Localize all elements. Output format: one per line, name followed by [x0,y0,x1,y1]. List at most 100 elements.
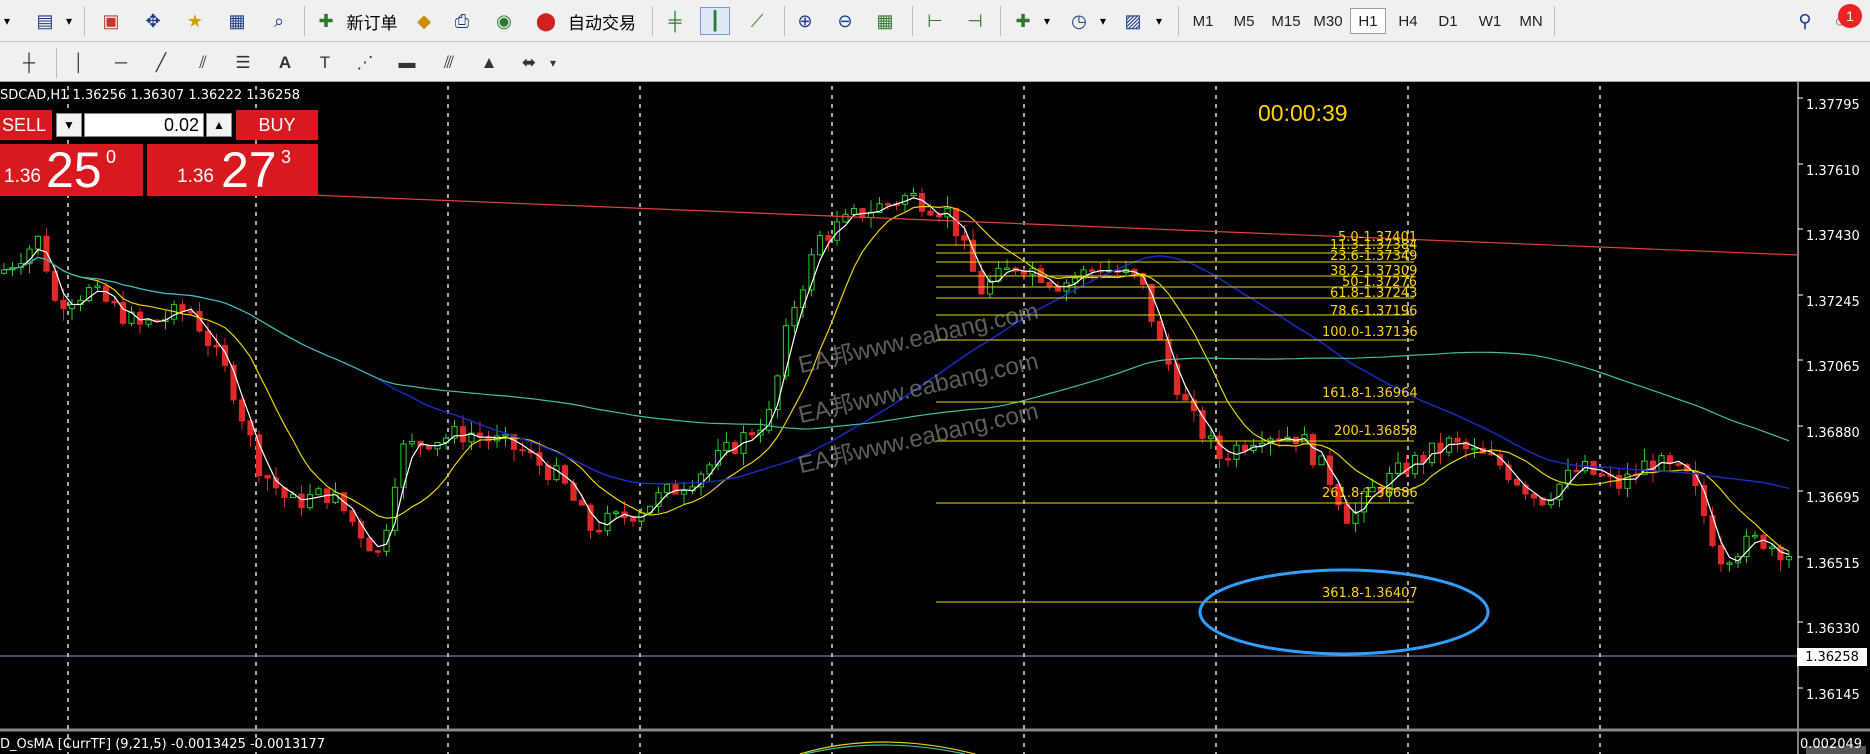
rectangle-icon[interactable]: ▬ [392,50,422,76]
zoom-in-icon[interactable]: ⊕ [790,7,820,35]
timeframe-m1[interactable]: M1 [1186,8,1220,34]
templates-icon[interactable]: ▨ [1118,7,1148,35]
timeframe-m5[interactable]: M5 [1226,8,1262,34]
candle-body [1233,444,1240,460]
indicators-icon[interactable]: ✚ [1008,7,1038,35]
auto-trading-icon[interactable]: ⬤ [532,7,560,35]
trend-line [309,194,1799,256]
terminal-icon[interactable]: ⎙ [448,7,476,35]
one-click-trade-panel: SELL ▼ ▲ BUY 1.36 25 0 1.36 27 3 [0,110,318,196]
line-chart-icon[interactable]: ⟋ [742,7,772,35]
candle-body [1590,460,1597,475]
periods-dropdown-icon[interactable]: ▾ [1096,7,1110,35]
candle-body [255,434,263,477]
new-order-icon[interactable]: ✚ [312,7,340,35]
new-order-button[interactable]: 新订单 [342,7,402,35]
profiles-dropdown-icon[interactable]: ▾ [62,7,76,35]
timeframe-d1[interactable]: D1 [1430,8,1466,34]
triangle-icon[interactable]: ▲ [474,50,504,76]
buy-button[interactable]: BUY [236,110,318,140]
periods-icon[interactable]: ◷ [1064,7,1094,35]
candle-body [519,448,526,452]
candle-body [986,280,994,295]
gann-fan-icon[interactable]: ⋰ [350,50,380,76]
fibonacci-icon[interactable]: ☰ [228,50,258,76]
timeframe-h4[interactable]: H4 [1390,8,1426,34]
text-icon[interactable]: A [270,50,300,76]
price-axis-label: 1.36145 [1806,688,1860,703]
candle-body [60,299,67,310]
buy-price-display[interactable]: 1.36 27 3 [147,144,318,196]
candle-body [791,307,798,327]
candle-body [918,192,926,212]
text-label-icon[interactable]: T [310,50,340,76]
candle-body [1088,269,1096,272]
equidistant-channel-icon[interactable]: ⫽ [188,50,218,76]
dropdown-arrow-icon[interactable]: ▾ [0,7,14,35]
candle-body [459,426,467,443]
fib-label: 100.0-1.37136 [1322,325,1418,340]
candle-body [927,210,934,216]
chart-shift-icon[interactable]: ⊢ [920,7,950,35]
crosshair-tool-icon[interactable]: ┼ [14,50,44,76]
candle-body [825,235,832,241]
search-icon[interactable]: ⚲ [1790,7,1820,35]
candle-body [816,235,824,256]
price-axis-label: 1.36880 [1806,426,1860,441]
sell-button[interactable]: SELL [0,110,52,140]
candle-body [944,207,951,218]
auto-trading-button[interactable]: 自动交易 [562,7,642,35]
buy-price-prefix: 1.36 [177,166,214,187]
candle-body [0,269,8,274]
timeframe-w1[interactable]: W1 [1472,8,1508,34]
lot-size-input[interactable] [84,113,204,137]
arrows-dropdown-icon[interactable]: ▾ [546,50,560,76]
timeframe-m30[interactable]: M30 [1308,8,1348,34]
tester-icon[interactable]: ⌕ [264,7,294,35]
timeframe-mn[interactable]: MN [1512,8,1550,34]
timeframe-h1[interactable]: H1 [1350,8,1386,34]
timeframe-m15[interactable]: M15 [1266,8,1306,34]
candle-body [595,529,603,533]
favorites-icon[interactable]: ★ [180,7,210,35]
profiles-icon[interactable]: ▤ [30,7,60,35]
navigator-icon[interactable]: ▦ [222,7,252,35]
trendline-icon[interactable]: ╱ [146,50,176,76]
candle-body [604,512,611,532]
crosshair-icon[interactable]: ✥ [138,7,168,35]
candle-body [68,303,76,310]
notification-badge[interactable]: 1 [1838,4,1862,28]
bar-chart-icon[interactable]: ╪ [660,7,690,35]
vertical-line-icon[interactable]: │ [64,50,94,76]
signals-icon[interactable]: ◉ [490,7,518,35]
market-watch-icon[interactable]: ▣ [96,7,126,35]
indicators-dropdown-icon[interactable]: ▾ [1040,7,1054,35]
moving-averages [3,194,1866,754]
candle-body [1777,546,1784,561]
tile-windows-icon[interactable]: ▦ [870,7,900,35]
arrows-icon[interactable]: ⬌ [514,50,544,76]
candle-body [315,488,322,496]
candle-body [238,399,246,422]
candlestick-icon[interactable]: ┃ [700,7,730,35]
horizontal-line-icon[interactable]: ─ [106,50,136,76]
sell-price-display[interactable]: 1.36 25 0 [0,144,143,196]
candle-body [408,440,416,445]
lot-decrease-button[interactable]: ▼ [56,113,82,137]
autoscroll-icon[interactable]: ⊣ [960,7,990,35]
sell-price-prefix: 1.36 [4,166,41,187]
candle-body [366,537,373,552]
candle-body [1760,534,1767,550]
candle-body [1241,444,1249,452]
candle-body [34,235,42,250]
zoom-out-icon[interactable]: ⊖ [830,7,860,35]
lot-increase-button[interactable]: ▲ [206,113,232,137]
templates-dropdown-icon[interactable]: ▾ [1152,7,1166,35]
candle-body [306,494,314,509]
price-axis-label: 1.37245 [1806,295,1860,310]
fib-label: 23.6-1.37349 [1330,249,1418,264]
parallel-lines-icon[interactable]: ⫻ [434,50,464,76]
candle-body [1318,455,1325,466]
price-axis-label: 1.37065 [1806,360,1860,375]
metaeditor-icon[interactable]: ◆ [410,7,438,35]
